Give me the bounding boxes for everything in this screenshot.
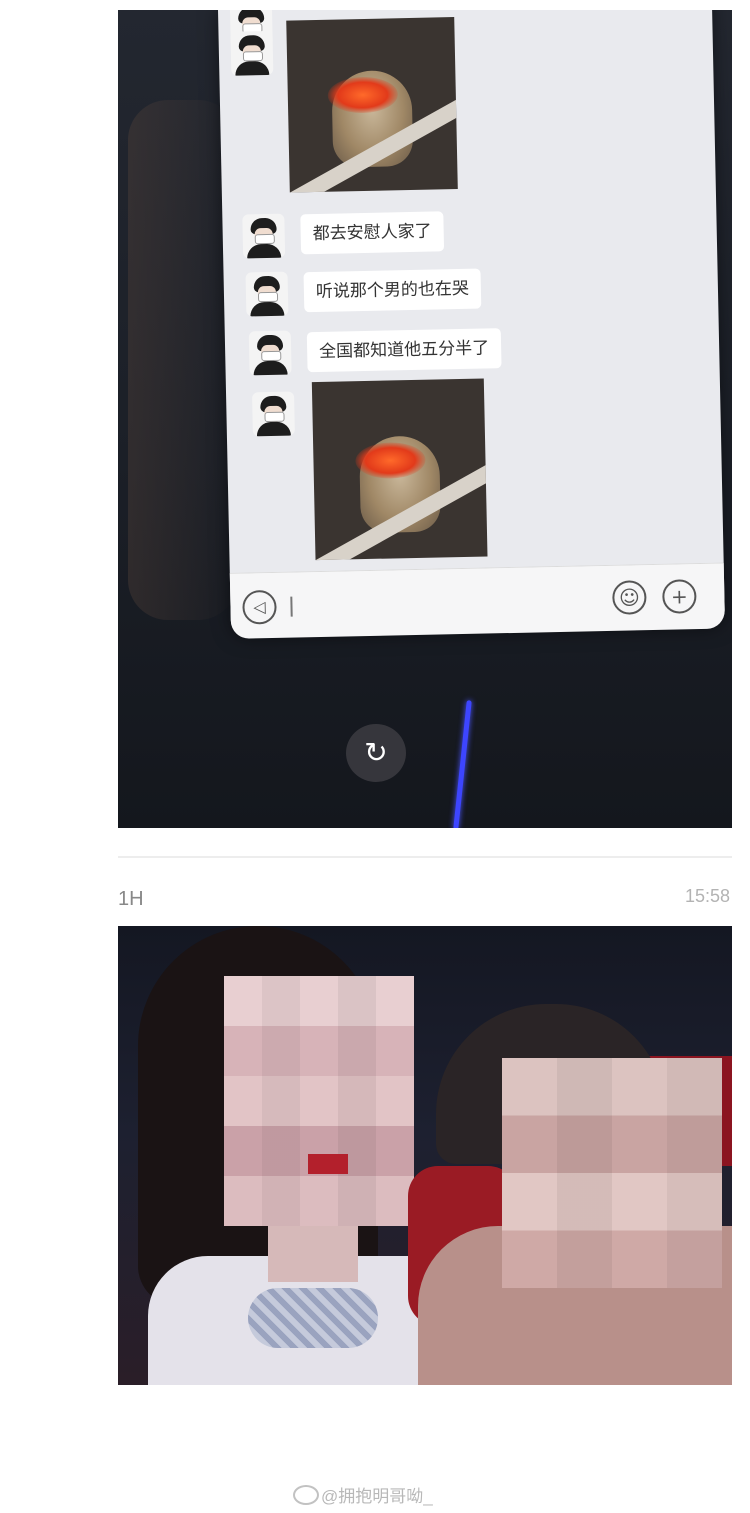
watermark-text: @拥抱明哥呦_ [321, 1487, 433, 1506]
selfie-photo[interactable] [118, 926, 732, 1385]
avatar [245, 271, 289, 317]
chat-bubble[interactable]: 全国都知道他五分半了 [306, 328, 502, 373]
voice-icon[interactable]: ◁ [242, 589, 277, 625]
avatar [252, 391, 295, 437]
chat-photo[interactable]: 都去安慰人家了 听说那个男的也在哭 全国都知道他五分半了 ◁ ☺ + ↻ [118, 10, 732, 828]
chat-input-bar: ◁ ☺ + [229, 562, 726, 639]
post-label: 1H [118, 888, 144, 910]
chat-input[interactable] [288, 580, 583, 627]
emoji-icon[interactable]: ☺ [612, 580, 647, 615]
blue-light-streak [453, 700, 472, 828]
dog-sticker[interactable] [286, 17, 458, 193]
rotate-icon[interactable]: ↻ [346, 724, 406, 782]
post-divider [118, 856, 732, 858]
avatar [248, 330, 292, 376]
pixelated-face-right [502, 1058, 722, 1288]
plus-icon[interactable]: + [662, 579, 697, 614]
watermark: @拥抱明哥呦_ [293, 1482, 433, 1507]
text-caret [290, 596, 293, 617]
avatar [230, 30, 274, 76]
phone-chat-screen: 都去安慰人家了 听说那个男的也在哭 全国都知道他五分半了 ◁ ☺ + [218, 10, 726, 639]
pixelated-face-left [224, 976, 414, 1226]
avatar [242, 213, 286, 259]
post-timestamp: 15:58 [684, 886, 730, 906]
lips [308, 1154, 348, 1174]
bow-tie [248, 1288, 378, 1348]
dog-sticker[interactable] [311, 378, 488, 561]
chat-bubble[interactable]: 都去安慰人家了 [300, 211, 445, 255]
weibo-icon [293, 1485, 319, 1505]
person-left-neck [268, 1222, 358, 1282]
chat-bubble[interactable]: 听说那个男的也在哭 [303, 268, 482, 313]
